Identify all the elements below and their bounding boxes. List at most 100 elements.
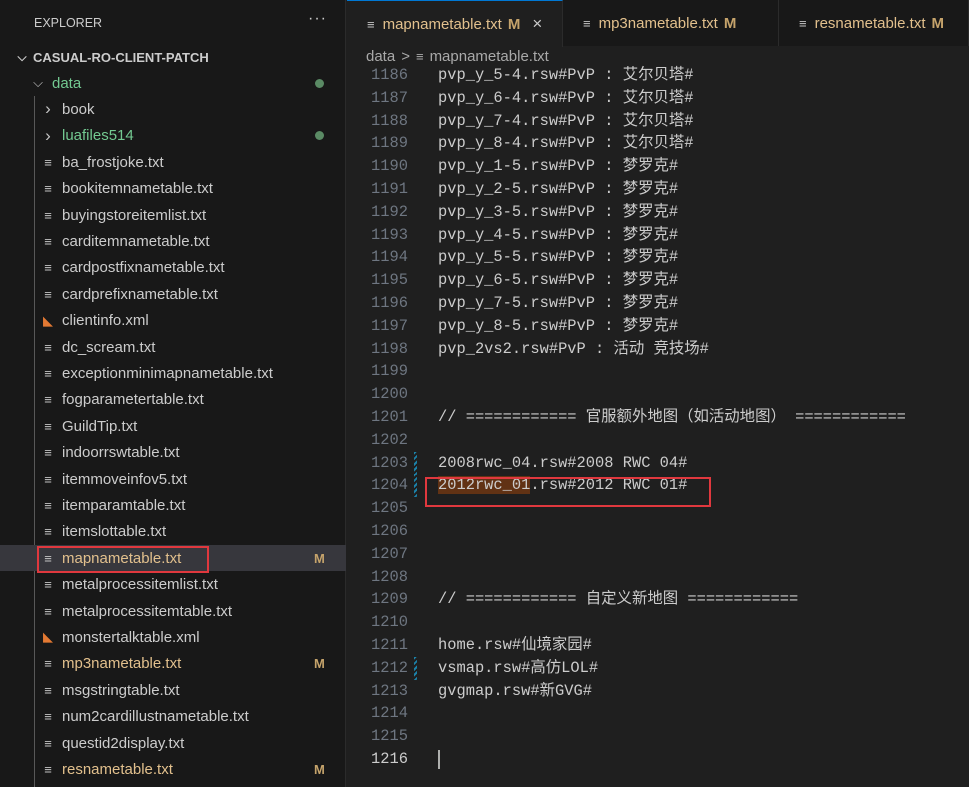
breadcrumb-file[interactable]: mapnametable.txt (430, 48, 549, 65)
tree-item[interactable]: ≡ carditemnametable.txt (0, 228, 346, 254)
chevron-down-icon: ⌵ (33, 75, 43, 90)
line-number: 1192 (371, 202, 408, 221)
code-line[interactable]: 1201 // ============ 官服额外地图（如活动地图） ======… (347, 406, 969, 429)
line-text: pvp_y_8-5.rsw#PvP : 梦罗克# (438, 316, 679, 335)
code-line[interactable]: 1215 (347, 725, 969, 748)
tree-item-label: num2cardillustnametable.txt (62, 708, 249, 726)
line-text: pvp_y_5-4.rsw#PvP : 艾尔贝塔# (438, 66, 694, 84)
code-line[interactable]: 1208 (347, 566, 969, 589)
code-line[interactable]: 1202 (347, 429, 969, 452)
line-text: 2008rwc_04.rsw#2008 RWC 04# (438, 453, 688, 472)
tree-item[interactable]: ≡ exceptionminimapnametable.txt (0, 360, 346, 386)
code-line[interactable]: 1186 pvp_y_5-4.rsw#PvP : 艾尔贝塔# (347, 64, 969, 87)
modified-dot-icon (315, 131, 324, 141)
tree-item[interactable]: ≡ itemparamtable.txt (0, 492, 346, 518)
code-line[interactable]: 1191 pvp_y_2-5.rsw#PvP : 梦罗克# (347, 178, 969, 201)
line-number: 1211 (371, 636, 408, 654)
tree-item[interactable]: ≡ mp3nametable.txt M (0, 651, 346, 677)
text-cursor (438, 750, 440, 769)
tab-resnametable[interactable]: ≡ resnametable.txt M (779, 0, 969, 46)
code-line[interactable]: 1211 home.rsw#仙境家园# (347, 634, 969, 657)
code-line[interactable]: 1207 (347, 543, 969, 566)
tree-item[interactable]: ≡ metalprocessitemtable.txt (0, 598, 346, 624)
tree-item[interactable]: › luafiles514 (0, 123, 346, 149)
code-line[interactable]: 1198 pvp_2vs2.rsw#PvP : 活动 竞技场# (347, 338, 969, 361)
chevron-right-icon: › (45, 125, 51, 145)
code-line[interactable]: 1188 pvp_y_7-4.rsw#PvP : 艾尔贝塔# (347, 110, 969, 133)
text-file-icon: ≡ (44, 392, 52, 408)
line-number: 1210 (371, 613, 408, 632)
tree-item[interactable]: ◣ monstertalktable.xml (0, 624, 346, 650)
tree-item[interactable]: ≡ resnametable.txt M (0, 756, 346, 782)
code-line[interactable]: 1212 vsmap.rsw#高仿LOL# (347, 656, 969, 680)
tree-item-label: book (62, 100, 95, 118)
line-text: pvp_2vs2.rsw#PvP : 活动 竞技场# (438, 339, 709, 358)
tree-item-label: buyingstoreitemlist.txt (62, 206, 207, 224)
line-number: 1214 (371, 704, 408, 723)
tree-item[interactable]: ≡ msgstringtable.txt (0, 677, 346, 703)
tree-item[interactable]: ≡ num2cardillustnametable.txt (0, 704, 346, 730)
line-number: 1201 (371, 408, 408, 426)
line-number: 1198 (371, 339, 408, 358)
line-text: // ============ 官服额外地图（如活动地图） ==========… (438, 408, 906, 426)
line-text: pvp_y_7-5.rsw#PvP : 梦罗克# (438, 294, 679, 312)
code-line[interactable]: 1194 pvp_y_5-5.rsw#PvP : 梦罗克# (347, 246, 969, 269)
tree-item-label: ba_frostjoke.txt (62, 153, 164, 171)
code-line[interactable]: 1193 pvp_y_4-5.rsw#PvP : 梦罗克# (347, 224, 969, 247)
line-number: 1212 (371, 658, 408, 677)
workspace-root-label: CASUAL-RO-CLIENT-PATCH (33, 49, 209, 65)
tree-item[interactable]: ≡ indoorrswtable.txt (0, 440, 346, 466)
tree-item-label: data (52, 74, 82, 92)
code-line[interactable]: 1210 (347, 611, 969, 634)
tree-item[interactable]: ≡ ba_frostjoke.txt (0, 149, 346, 175)
tree-item[interactable]: ⌵ data (0, 70, 346, 96)
line-number: 1194 (371, 248, 408, 267)
code-line[interactable]: 1200 (347, 383, 969, 406)
code-line[interactable]: 1196 pvp_y_7-5.rsw#PvP : 梦罗克# (347, 292, 969, 315)
tree-item[interactable]: ≡ GuildTip.txt (0, 413, 346, 439)
code-line[interactable]: 1197 pvp_y_8-5.rsw#PvP : 梦罗克# (347, 315, 969, 338)
workspace-root[interactable]: ⌵ CASUAL-RO-CLIENT-PATCH (0, 45, 346, 69)
code-line[interactable]: 1190 pvp_y_1-5.rsw#PvP : 梦罗克# (347, 155, 969, 178)
tree-item-label: indoorrswtable.txt (62, 444, 180, 462)
tree-item[interactable]: ≡ metalprocessitemlist.txt (0, 572, 346, 598)
tab-mapnametable[interactable]: ≡ mapnametable.txt M × (347, 0, 563, 47)
tree-item[interactable]: ≡ fogparametertable.txt (0, 387, 346, 413)
tab-mp3nametable[interactable]: ≡ mp3nametable.txt M (563, 0, 779, 46)
line-text: pvp_y_4-5.rsw#PvP : 梦罗克# (438, 225, 679, 244)
tree-item[interactable]: ≡ itemslottable.txt (0, 519, 346, 545)
tree-item[interactable]: ≡ questid2display.txt (0, 730, 346, 756)
code-line[interactable]: 1192 pvp_y_3-5.rsw#PvP : 梦罗克# (347, 201, 969, 224)
text-file-icon: ≡ (583, 15, 591, 31)
text-file-icon: ≡ (44, 445, 52, 461)
tree-item[interactable]: ≡ itemmoveinfov5.txt (0, 466, 346, 492)
tree-item-label: itemparamtable.txt (62, 496, 186, 514)
ellipsis-icon[interactable]: ··· (308, 10, 327, 28)
code-line[interactable]: 1213 gvgmap.rsw#新GVG# (347, 680, 969, 703)
chevron-right-icon: › (45, 99, 51, 119)
tree-item[interactable]: ≡ bookitemnametable.txt (0, 176, 346, 202)
tree-item[interactable]: › book (0, 96, 346, 122)
tree-item[interactable]: ≡ cardpostfixnametable.txt (0, 255, 346, 281)
tree-item[interactable]: ≡ buyingstoreitemlist.txt (0, 202, 346, 228)
text-file-icon: ≡ (44, 154, 52, 170)
code-line[interactable]: 1199 (347, 360, 969, 383)
tree-item-label: bookitemnametable.txt (62, 180, 213, 198)
close-icon[interactable]: × (532, 14, 542, 34)
code-line[interactable]: 1216 (347, 748, 969, 771)
line-number: 1202 (371, 430, 408, 449)
code-line[interactable]: 1209 // ============ 自定义新地图 ============ (347, 588, 969, 611)
tree-item[interactable]: ◣ clientinfo.xml (0, 308, 346, 334)
modified-badge: M (314, 656, 325, 672)
code-line[interactable]: 1214 (347, 702, 969, 725)
tree-item-label: luafiles514 (62, 127, 134, 145)
code-line[interactable]: 1189 pvp_y_8-4.rsw#PvP : 艾尔贝塔# (347, 132, 969, 155)
code-line[interactable]: 1203 2008rwc_04.rsw#2008 RWC 04# (347, 451, 969, 475)
code-line[interactable]: 1187 pvp_y_6-4.rsw#PvP : 艾尔贝塔# (347, 87, 969, 110)
tree-item[interactable]: ≡ dc_scream.txt (0, 334, 346, 360)
breadcrumb-folder[interactable]: data (366, 48, 395, 65)
tab-label: mapnametable.txt (382, 15, 502, 33)
code-line[interactable]: 1195 pvp_y_6-5.rsw#PvP : 梦罗克# (347, 269, 969, 292)
code-line[interactable]: 1206 (347, 520, 969, 543)
tree-item[interactable]: ≡ cardprefixnametable.txt (0, 281, 346, 307)
